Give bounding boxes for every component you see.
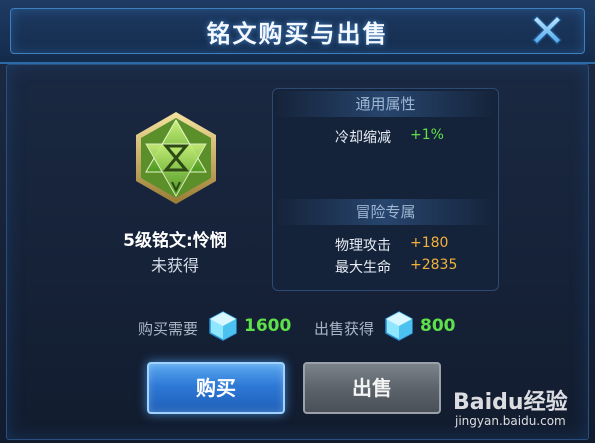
adventure-attributes-header: 冒险专属 [275,199,496,225]
sell-button[interactable]: 出售 [303,362,441,414]
buy-price-value: 1600 [244,316,292,336]
diamond-icon [209,311,237,341]
general-attributes-header: 通用属性 [275,91,496,117]
rune-name: 5级铭文:怜悯 [123,231,227,251]
sell-price-value: 800 [420,316,456,336]
stat-value: +180 [410,235,449,251]
watermark-logo: Baidu经验 [453,390,568,415]
stat-label: 物理攻击 [335,238,391,254]
buy-button[interactable]: 购买 [147,362,285,414]
attributes-panel: 通用属性 冷却缩减 +1% 冒险专属 物理攻击 +180 最大生命 +2835 [272,88,499,291]
rune-dialog: 铭文购买与出售 5级铭文:怜悯 未获得 通用属性 冷却缩减 +1% 冒险专属 物… [0,0,595,443]
rune-hexagram-icon [136,112,216,204]
stat-row: 冷却缩减 +1% [273,127,498,149]
stat-label: 冷却缩减 [335,130,391,146]
stat-row: 物理攻击 +180 [273,235,498,257]
buy-price-label: 购买需要 [138,320,199,338]
stat-value: +1% [410,127,444,143]
close-button[interactable] [527,10,567,50]
stat-label: 最大生命 [335,260,391,276]
rune-status: 未获得 [150,256,199,275]
watermark-url: jingyan.baidu.com [455,414,566,428]
diamond-icon [385,311,413,341]
dialog-title: 铭文购买与出售 [206,20,389,48]
stat-value: +2835 [410,257,458,273]
stat-row: 最大生命 +2835 [273,257,498,279]
title-bar: 铭文购买与出售 [0,0,595,64]
sell-price-label: 出售获得 [314,320,375,338]
close-icon [531,14,563,46]
